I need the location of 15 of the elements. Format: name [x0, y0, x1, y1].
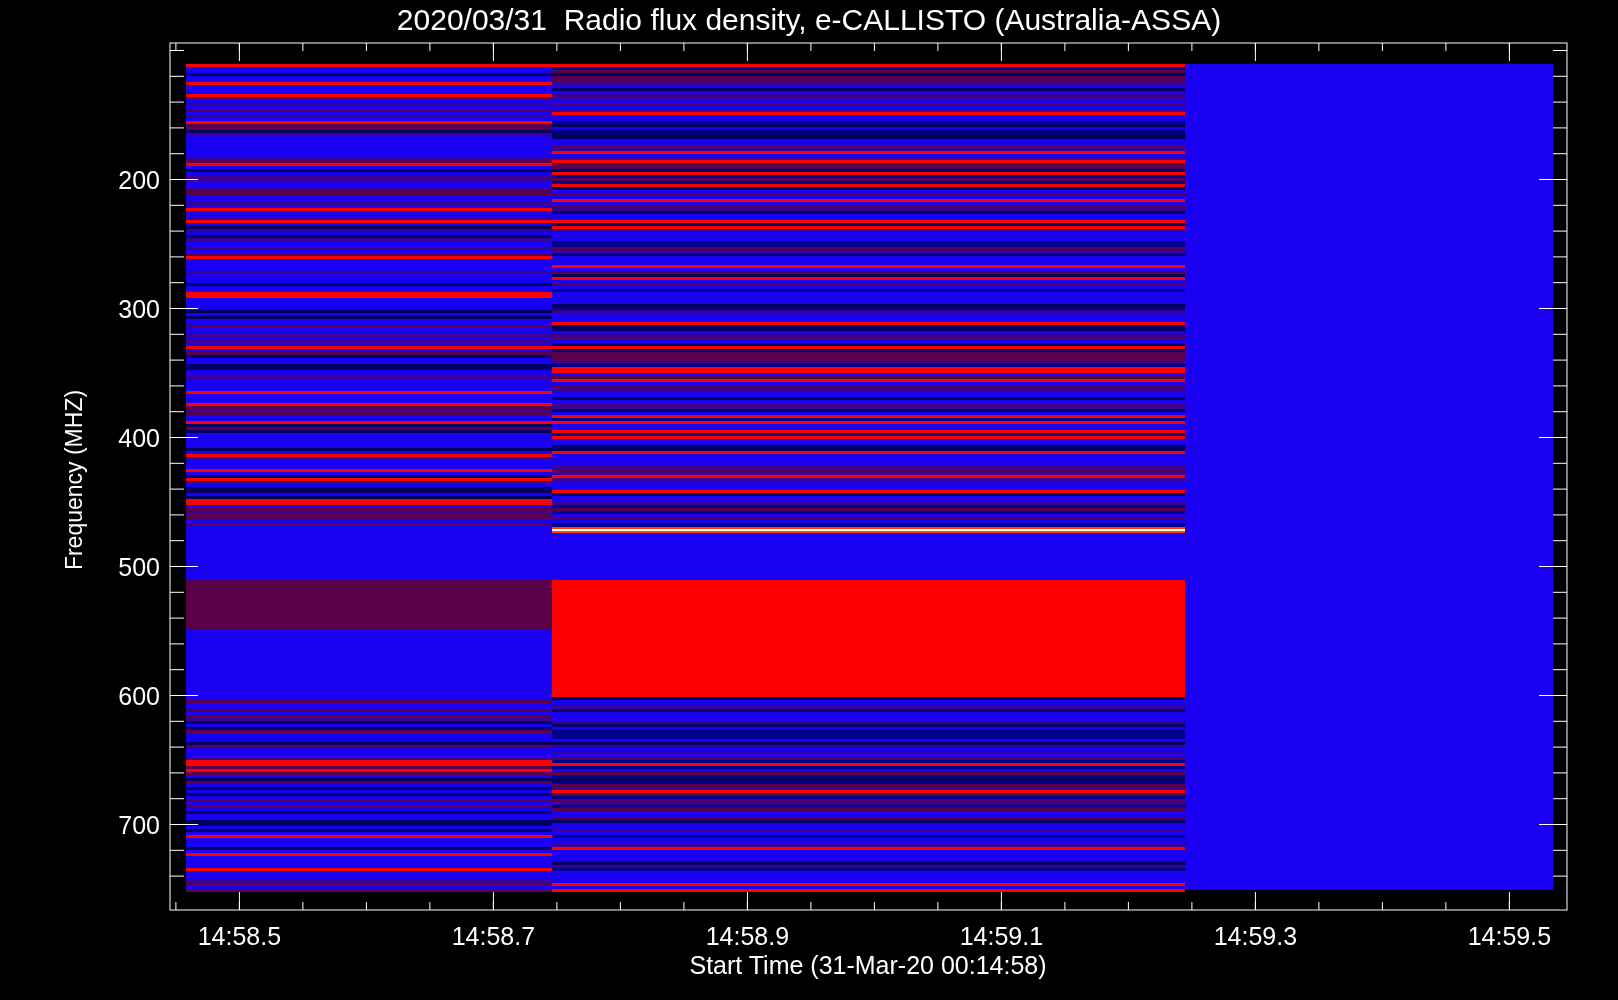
y-axis-label: Frequency (MHZ): [61, 389, 87, 571]
x-tick-label: 14:58.5: [197, 922, 282, 950]
y-tick-label: 500: [118, 552, 160, 581]
y-tick-label: 300: [118, 294, 160, 323]
y-tick-label: 400: [118, 423, 160, 452]
y-tick-label: 600: [118, 681, 160, 710]
x-tick-label: 14:59.3: [1213, 922, 1298, 950]
x-axis-label: Start Time (31-Mar-20 00:14:58): [689, 951, 1047, 979]
x-tick-label: 14:59.1: [959, 922, 1044, 950]
x-tick-label: 14:58.9: [705, 922, 790, 950]
x-tick-label: 14:59.5: [1467, 922, 1552, 950]
y-tick-label: 200: [118, 165, 160, 194]
x-tick-label: 14:58.7: [451, 922, 536, 950]
chart-title: 2020/03/31 Radio flux density, e-CALLISTO (Australia-ASSA): [396, 3, 1222, 36]
y-tick-label: 700: [118, 810, 160, 839]
